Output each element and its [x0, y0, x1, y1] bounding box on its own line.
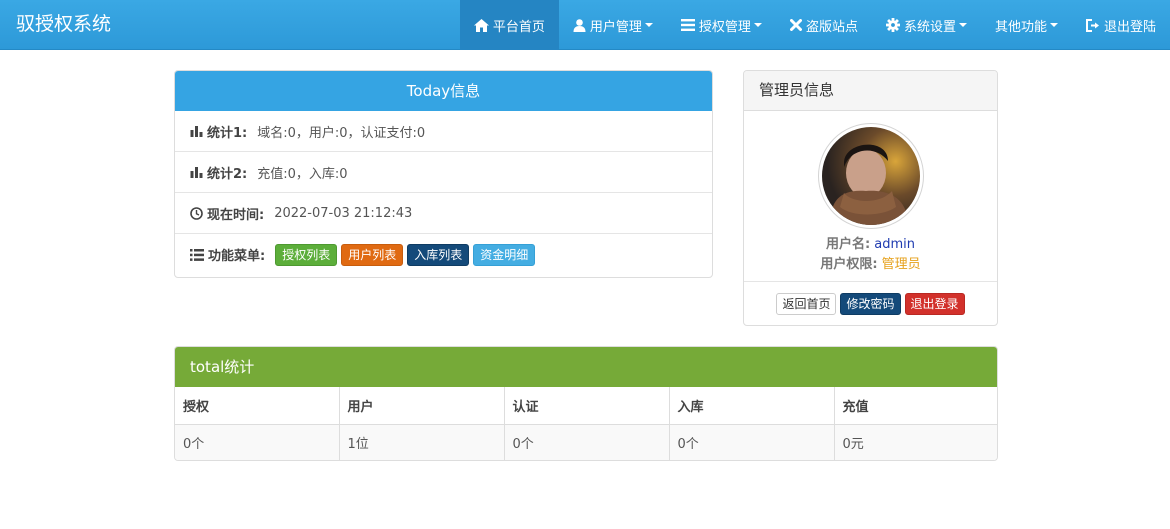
table-cell: 1位	[339, 424, 505, 460]
clock-icon	[190, 206, 203, 220]
storage-list-button[interactable]: 入库列表	[407, 243, 470, 266]
today-info-panel: Today信息 统计1: 域名:0，用户:0，认证支付:0 统计2: 充值:0，…	[174, 70, 713, 278]
chevron-down-icon	[958, 23, 967, 27]
list-icon	[680, 19, 695, 31]
function-menu-row: 功能菜单: 授权列表 用户列表 入库列表 资金明细	[175, 234, 712, 275]
username-line: 用户名: admin	[744, 233, 997, 252]
brand-title[interactable]: 驭授权系统	[16, 0, 111, 50]
table-cell: 0个	[175, 424, 340, 460]
stat1-row: 统计1: 域名:0，用户:0，认证支付:0	[175, 111, 712, 152]
role-value: 管理员	[881, 257, 921, 272]
nav-system-settings[interactable]: 系统设置	[872, 0, 981, 50]
nav-pirate-sites[interactable]: 盗版站点	[776, 0, 872, 50]
nav-logout-label: 退出登陆	[1103, 19, 1156, 35]
nav-other-functions[interactable]: 其他功能	[981, 0, 1072, 50]
user-list-button[interactable]: 用户列表	[341, 243, 404, 266]
chevron-down-icon	[644, 23, 653, 27]
column-header: 用户	[339, 387, 505, 425]
menu-list-icon	[190, 248, 204, 261]
table-row: 0个 1位 0个 0个 0元	[175, 424, 997, 460]
admin-actions: 返回首页 修改密码 退出登录	[744, 281, 997, 325]
total-stats-table: 授权 用户 认证 入库 充值 0个 1位 0个 0个 0元	[175, 387, 997, 460]
close-icon	[789, 19, 802, 31]
function-menu-label: 功能菜单:	[208, 249, 266, 264]
chevron-down-icon	[1049, 23, 1058, 27]
bar-chart-icon	[190, 125, 203, 137]
change-password-button[interactable]: 修改密码	[840, 292, 901, 315]
table-cell: 0元	[834, 424, 997, 460]
main-nav: 平台首页 用户管理 授权管理 盗版站点 系统设置 其他功能 退出登陆	[459, 0, 1170, 50]
role-line: 用户权限: 管理员	[744, 253, 997, 272]
nav-license-management-label: 授权管理	[698, 19, 751, 35]
funds-detail-button[interactable]: 资金明细	[473, 243, 536, 266]
column-header: 认证	[504, 387, 670, 425]
stat2-label: 统计2:	[207, 166, 248, 182]
username-value: admin	[874, 237, 916, 252]
table-cell: 0个	[669, 424, 835, 460]
home-icon	[473, 18, 489, 32]
nav-logout[interactable]: 退出登陆	[1072, 0, 1170, 50]
nav-home[interactable]: 平台首页	[459, 0, 559, 50]
table-header-row: 授权 用户 认证 入库 充值	[175, 387, 997, 425]
nav-pirate-sites-label: 盗版站点	[805, 19, 858, 35]
admin-info-panel: 管理员信息 用户名: admin 用户权限: 管理员 返回首页 修改密码 退出登…	[743, 70, 998, 326]
logout-button[interactable]: 退出登录	[904, 292, 965, 315]
avatar	[818, 123, 924, 229]
return-home-button[interactable]: 返回首页	[776, 292, 837, 315]
current-time-value: 2022-07-03 21:12:43	[274, 205, 413, 221]
role-label: 用户权限:	[820, 257, 878, 272]
stat2-row: 统计2: 充值:0，入库:0	[175, 152, 712, 193]
top-navbar: 驭授权系统 平台首页 用户管理 授权管理 盗版站点 系统设置 其他功能 退出登陆	[0, 0, 1170, 50]
nav-other-functions-label: 其他功能	[994, 19, 1047, 35]
total-stats-panel: total统计 授权 用户 认证 入库 充值 0个 1位 0个 0个 0元	[174, 346, 998, 461]
stat1-value: 域名:0，用户:0，认证支付:0	[257, 125, 426, 141]
current-time-label: 现在时间:	[207, 207, 265, 223]
nav-home-label: 平台首页	[492, 19, 545, 35]
chevron-down-icon	[753, 23, 762, 27]
nav-user-management-label: 用户管理	[589, 19, 642, 35]
username-label: 用户名:	[825, 237, 871, 252]
bar-chart-icon	[190, 166, 203, 178]
admin-panel-title: 管理员信息	[744, 71, 997, 111]
nav-license-management[interactable]: 授权管理	[667, 0, 776, 50]
table-cell: 0个	[504, 424, 670, 460]
logout-icon	[1085, 18, 1100, 32]
user-icon	[573, 18, 586, 32]
license-list-button[interactable]: 授权列表	[275, 243, 338, 266]
column-header: 授权	[175, 387, 340, 425]
column-header: 充值	[834, 387, 997, 425]
nav-user-management[interactable]: 用户管理	[559, 0, 667, 50]
column-header: 入库	[669, 387, 835, 425]
gear-icon	[885, 18, 900, 32]
total-panel-title: total统计	[175, 347, 997, 387]
stat1-label: 统计1:	[207, 125, 248, 141]
nav-system-settings-label: 系统设置	[903, 19, 956, 35]
today-panel-title: Today信息	[175, 71, 712, 111]
stat2-value: 充值:0，入库:0	[257, 166, 348, 182]
current-time-row: 现在时间: 2022-07-03 21:12:43	[175, 193, 712, 234]
